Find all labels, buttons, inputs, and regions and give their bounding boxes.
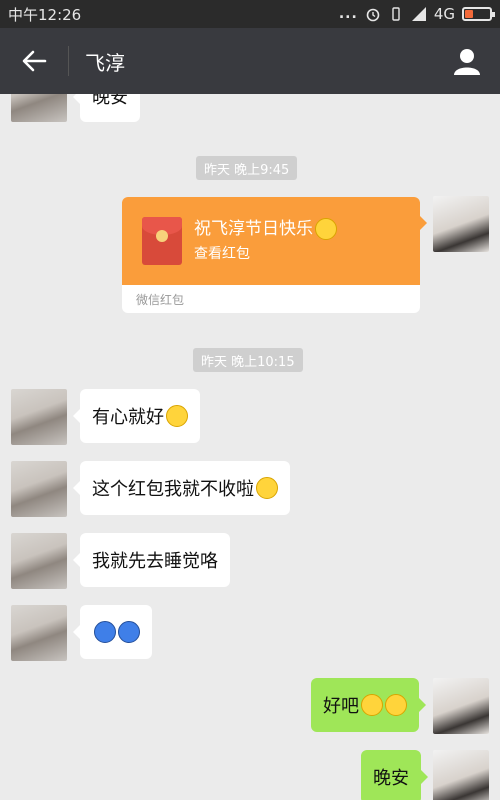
message-list[interactable]: 晚安 昨天 晚上9:45 祝飞淳节日快乐 查看红包 微信红包 昨天 晚上10:1…	[0, 94, 500, 800]
red-packet-footer: 微信红包	[136, 292, 185, 307]
status-time: 中午12:26	[8, 5, 82, 24]
disappointed-emoji-icon	[385, 694, 407, 716]
back-button[interactable]	[0, 28, 68, 94]
person-icon	[454, 49, 480, 75]
moon-emoji-icon	[118, 621, 140, 643]
alarm-icon	[366, 8, 380, 22]
my-avatar[interactable]	[433, 196, 489, 252]
message-text: 晚安	[373, 768, 409, 789]
status-icons: ... 4G	[338, 5, 495, 23]
red-envelope-icon	[142, 217, 182, 265]
message-bubble-received[interactable]	[73, 605, 152, 659]
worried-emoji-icon	[361, 694, 383, 716]
message-bubble-received[interactable]: 有心就好	[73, 389, 200, 443]
contact-avatar[interactable]	[11, 461, 67, 517]
notification-dots: ...	[338, 6, 358, 22]
bubble-tail	[420, 216, 427, 230]
battery-icon	[462, 7, 495, 21]
message-bubble-received[interactable]: 晚安	[73, 94, 140, 122]
red-packet-body: 祝飞淳节日快乐 查看红包	[122, 197, 420, 285]
message-text: 我就先去睡觉咯	[92, 551, 218, 572]
tears-of-joy-emoji-icon	[315, 218, 337, 240]
chat-title: 飞淳	[85, 50, 125, 75]
status-bar: 中午12:26 ... 4G	[0, 0, 500, 28]
smile-emoji-icon	[166, 405, 188, 427]
contact-avatar[interactable]	[11, 533, 67, 589]
network-type: 4G	[433, 5, 455, 23]
chat-header: 飞淳	[0, 28, 500, 94]
battery-fill	[465, 10, 474, 18]
message-text: 好吧	[323, 696, 359, 717]
back-arrow-icon	[22, 50, 47, 72]
vibrate-icon	[392, 7, 400, 21]
signal-icon	[411, 7, 426, 21]
tears-of-joy-emoji-icon	[256, 477, 278, 499]
chat-info-button[interactable]	[434, 28, 500, 94]
message-text: 有心就好	[92, 407, 164, 428]
red-packet-message[interactable]: 祝飞淳节日快乐 查看红包 微信红包	[122, 197, 420, 313]
message-text: 这个红包我就不收啦	[92, 479, 254, 500]
my-avatar[interactable]	[433, 678, 489, 734]
message-bubble-received[interactable]: 我就先去睡觉咯	[73, 533, 230, 587]
my-avatar[interactable]	[433, 750, 489, 800]
message-text: 晚安	[92, 94, 128, 108]
moon-emoji-icon	[94, 621, 116, 643]
timestamp: 昨天 晚上10:15	[193, 348, 303, 372]
contact-avatar[interactable]	[11, 94, 67, 122]
contact-avatar[interactable]	[11, 389, 67, 445]
message-bubble-sent[interactable]: 晚安	[361, 750, 428, 800]
red-packet-title: 祝飞淳节日快乐	[194, 214, 337, 240]
red-packet-subtitle: 查看红包	[194, 246, 250, 262]
contact-avatar[interactable]	[11, 605, 67, 661]
timestamp: 昨天 晚上9:45	[196, 156, 298, 180]
header-divider	[68, 46, 69, 76]
message-bubble-received[interactable]: 这个红包我就不收啦	[73, 461, 290, 515]
message-bubble-sent[interactable]: 好吧	[311, 678, 426, 732]
